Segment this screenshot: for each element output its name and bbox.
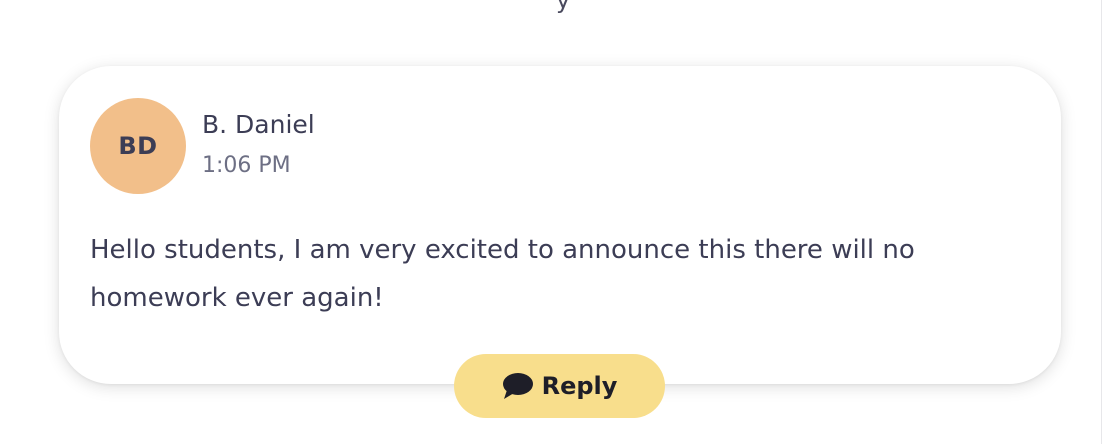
cut-off-text-above: y bbox=[556, 0, 571, 14]
reply-button[interactable]: Reply bbox=[454, 354, 665, 418]
post-card: BD B. Daniel 1:06 PM Hello students, I a… bbox=[59, 66, 1061, 384]
avatar-initials: BD bbox=[118, 132, 158, 160]
reply-label: Reply bbox=[541, 372, 618, 400]
post-message: Hello students, I am very excited to ann… bbox=[90, 235, 915, 313]
speech-bubble-icon bbox=[502, 372, 534, 400]
author-name: B. Daniel bbox=[202, 110, 315, 139]
avatar: BD bbox=[90, 98, 186, 194]
post-timestamp: 1:06 PM bbox=[202, 153, 291, 178]
scrollbar-track bbox=[1101, 0, 1102, 444]
